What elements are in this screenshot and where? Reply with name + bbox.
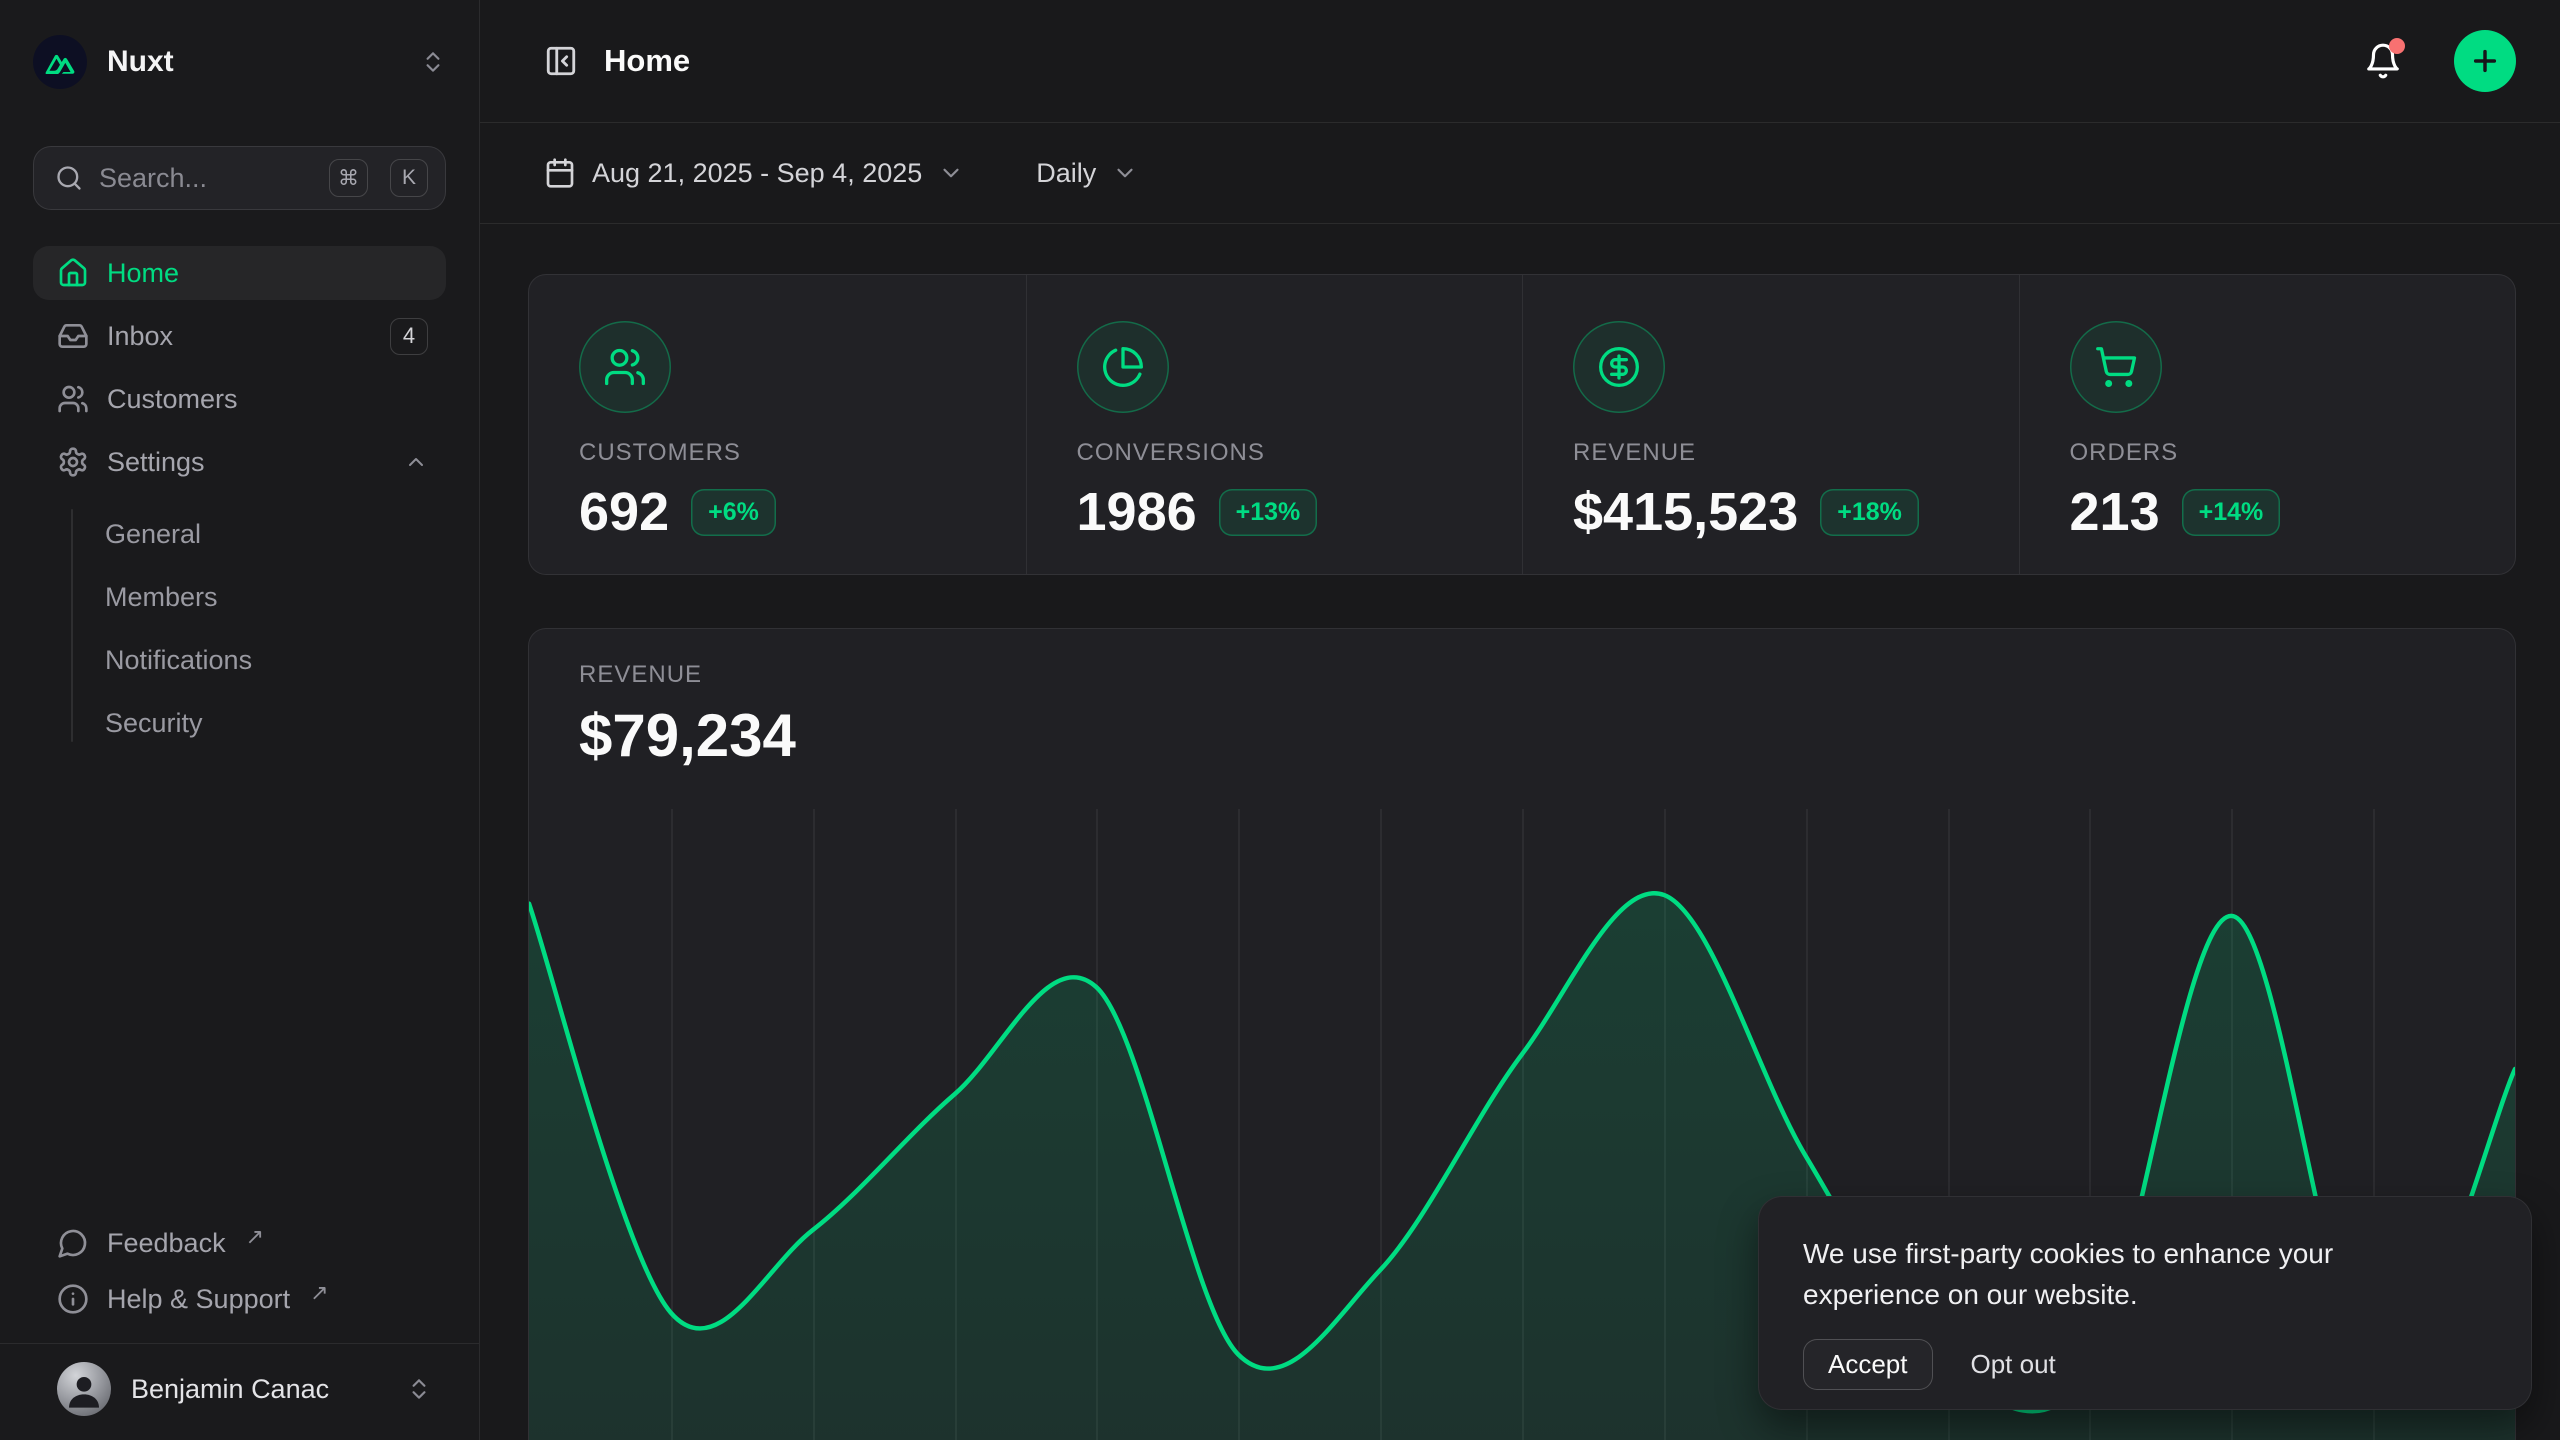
team-switcher[interactable]: Nuxt (33, 30, 446, 94)
accept-cookies-button[interactable]: Accept (1803, 1339, 1933, 1390)
search-input[interactable]: Search... ⌘ K (33, 146, 446, 210)
sidebar: Nuxt Search... ⌘ K Home Inbox 4 (0, 0, 480, 1440)
filters-toolbar: Aug 21, 2025 - Sep 4, 2025 Daily (480, 123, 2560, 224)
help-support-label: Help & Support (107, 1284, 290, 1315)
sidebar-item-label: Home (107, 258, 428, 289)
sidebar-item-help-support[interactable]: Help & Support ↗ (33, 1271, 446, 1327)
calendar-icon (544, 157, 576, 189)
stat-delta-badge: +6% (691, 489, 776, 536)
stat-value: 692 (579, 481, 669, 543)
cart-icon (2070, 321, 2162, 413)
sidebar-nav: Home Inbox 4 Customers Settings Ge (33, 246, 446, 750)
cookie-message: We use first-party cookies to enhance yo… (1803, 1233, 2433, 1315)
stat-label: CUSTOMERS (579, 439, 1026, 467)
sidebar-item-inbox[interactable]: Inbox 4 (33, 309, 446, 363)
chevrons-up-down-icon (420, 49, 446, 75)
stat-orders[interactable]: ORDERS 213 +14% (2019, 275, 2516, 574)
sidebar-item-label: Settings (107, 447, 386, 478)
stat-customers[interactable]: CUSTOMERS 692 +6% (529, 275, 1026, 574)
chevron-down-icon (1112, 160, 1138, 186)
optout-cookies-button[interactable]: Opt out (1971, 1349, 2056, 1380)
add-button[interactable] (2454, 30, 2516, 92)
search-placeholder: Search... (99, 163, 307, 194)
stats-row: CUSTOMERS 692 +6% CONVERSIONS 1986 +13% (528, 274, 2516, 575)
plus-icon (2469, 45, 2501, 77)
external-link-icon: ↗ (310, 1280, 328, 1306)
page-header: Home (480, 0, 2560, 123)
team-name: Nuxt (107, 45, 400, 79)
home-icon (57, 257, 89, 289)
stat-value: 1986 (1077, 481, 1197, 543)
users-icon (579, 321, 671, 413)
sidebar-collapse-icon[interactable] (544, 44, 578, 78)
gear-icon (57, 446, 89, 478)
stat-label: REVENUE (1573, 439, 2019, 467)
sidebar-item-customers[interactable]: Customers (33, 372, 446, 426)
settings-subnav: General Members Notifications Security (33, 507, 446, 750)
stat-delta-badge: +13% (1219, 489, 1318, 536)
date-range-value: Aug 21, 2025 - Sep 4, 2025 (592, 158, 922, 189)
sidebar-item-general[interactable]: General (33, 507, 446, 561)
stat-revenue[interactable]: REVENUE $415,523 +18% (1522, 275, 2019, 574)
revenue-chart-label: REVENUE (579, 661, 796, 689)
external-link-icon: ↗ (246, 1224, 264, 1250)
chevrons-up-down-icon (406, 1376, 432, 1402)
stat-value: 213 (2070, 481, 2160, 543)
chevron-down-icon (938, 160, 964, 186)
inbox-count-badge: 4 (390, 318, 428, 355)
date-range-picker[interactable]: Aug 21, 2025 - Sep 4, 2025 (544, 157, 964, 189)
granularity-select[interactable]: Daily (1036, 158, 1138, 189)
notification-dot (2389, 38, 2405, 54)
sidebar-item-label: Customers (107, 384, 428, 415)
stat-delta-badge: +18% (1820, 489, 1919, 536)
stat-value: $415,523 (1573, 481, 1798, 543)
inbox-icon (57, 320, 89, 352)
info-icon (57, 1283, 89, 1315)
chevron-up-icon (404, 450, 428, 474)
stat-delta-badge: +14% (2182, 489, 2281, 536)
user-name: Benjamin Canac (131, 1374, 386, 1405)
granularity-value: Daily (1036, 158, 1096, 189)
sidebar-item-feedback[interactable]: Feedback ↗ (33, 1215, 446, 1271)
notifications-button[interactable] (2364, 42, 2402, 80)
nuxt-logo-icon (33, 35, 87, 89)
sidebar-item-members[interactable]: Members (33, 570, 446, 624)
search-icon (55, 164, 83, 192)
stat-label: ORDERS (2070, 439, 2516, 467)
cookie-banner: We use first-party cookies to enhance yo… (1758, 1196, 2532, 1410)
page-title: Home (604, 43, 2338, 79)
stat-conversions[interactable]: CONVERSIONS 1986 +13% (1026, 275, 1523, 574)
users-icon (57, 383, 89, 415)
message-circle-icon (57, 1227, 89, 1259)
avatar (57, 1362, 111, 1416)
kbd-meta: ⌘ (329, 159, 368, 197)
sidebar-item-settings[interactable]: Settings (33, 435, 446, 489)
sidebar-spacer (33, 750, 446, 1215)
pie-chart-icon (1077, 321, 1169, 413)
sidebar-item-label: Inbox (107, 321, 372, 352)
sidebar-item-security[interactable]: Security (33, 696, 446, 750)
user-menu[interactable]: Benjamin Canac (33, 1344, 446, 1440)
sidebar-item-home[interactable]: Home (33, 246, 446, 300)
kbd-k: K (390, 159, 428, 197)
sidebar-item-notifications[interactable]: Notifications (33, 633, 446, 687)
revenue-chart-value: $79,234 (579, 701, 796, 770)
circle-dollar-icon (1573, 321, 1665, 413)
stat-label: CONVERSIONS (1077, 439, 1523, 467)
feedback-label: Feedback (107, 1228, 226, 1259)
revenue-chart-header: REVENUE $79,234 (579, 661, 796, 770)
